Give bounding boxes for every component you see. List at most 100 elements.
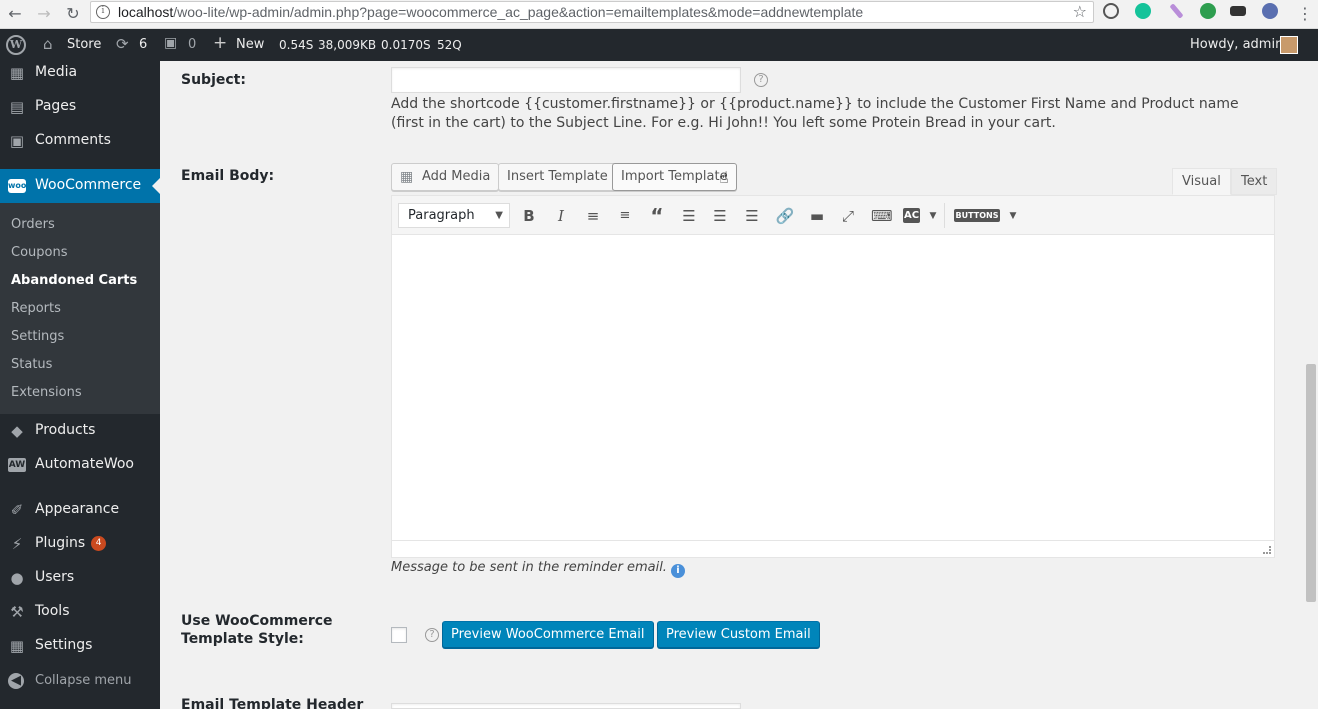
align-left-icon[interactable]: ☰ bbox=[679, 206, 699, 226]
wordpress-logo-icon[interactable]: W bbox=[6, 35, 26, 55]
new-content-link[interactable]: New bbox=[236, 37, 264, 52]
bullet-list-icon[interactable]: ≡ bbox=[583, 206, 603, 226]
updates-count[interactable]: 6 bbox=[139, 37, 147, 52]
menu-label: Comments bbox=[35, 132, 111, 148]
menu-item-woocommerce[interactable]: woo WooCommerce bbox=[0, 169, 160, 203]
info-icon[interactable]: i bbox=[670, 564, 685, 578]
subject-input[interactable] bbox=[391, 67, 741, 93]
woocommerce-submenu: Orders Coupons Abandoned Carts Reports S… bbox=[0, 203, 160, 414]
align-right-icon[interactable]: ☰ bbox=[742, 206, 762, 226]
read-more-icon[interactable]: ▬ bbox=[807, 206, 827, 226]
incognito-extension-icon[interactable] bbox=[1230, 6, 1246, 16]
submenu-status[interactable]: Status bbox=[11, 357, 52, 372]
woo-style-help-icon[interactable]: ? bbox=[425, 628, 439, 642]
numbered-list-icon[interactable]: ≡ bbox=[615, 206, 635, 226]
site-name-link[interactable]: Store bbox=[67, 37, 101, 52]
menu-item-pages[interactable]: ▤ Pages bbox=[0, 90, 160, 124]
submenu-settings[interactable]: Settings bbox=[11, 329, 64, 344]
reload-icon[interactable]: ↻ bbox=[62, 4, 84, 23]
grammarly-extension-icon[interactable] bbox=[1135, 3, 1151, 19]
feather-extension-icon[interactable] bbox=[1169, 3, 1184, 19]
block-extension-icon[interactable] bbox=[1103, 3, 1119, 19]
email-template-header-input[interactable] bbox=[391, 703, 741, 709]
woo-style-label: Use WooCommerce Template Style: bbox=[181, 612, 333, 648]
site-info-icon[interactable]: i bbox=[96, 5, 110, 19]
format-select-value: Paragraph bbox=[408, 208, 475, 223]
menu-label: Pages bbox=[35, 98, 77, 114]
menu-item-media[interactable]: ▦ Media bbox=[0, 56, 160, 90]
add-media-icon: ▦ bbox=[400, 169, 414, 185]
query-monitor-memory[interactable]: 38,009KB bbox=[318, 38, 376, 52]
chevron-down-icon[interactable]: ▼ bbox=[1003, 206, 1023, 226]
submenu-extensions[interactable]: Extensions bbox=[11, 385, 82, 400]
menu-item-automatewoo[interactable]: AW AutomateWoo bbox=[0, 448, 160, 482]
note-text: Message to be sent in the reminder email… bbox=[391, 560, 667, 575]
scrollbar-thumb[interactable] bbox=[1306, 364, 1316, 602]
url-host: localhost bbox=[118, 4, 174, 20]
tab-visual[interactable]: Visual bbox=[1172, 168, 1231, 195]
collapse-menu-button[interactable]: ◀ Collapse menu bbox=[0, 664, 160, 698]
comments-count[interactable]: 0 bbox=[188, 37, 196, 52]
submenu-reports[interactable]: Reports bbox=[11, 301, 61, 316]
plugin-icon: ⚡ bbox=[11, 535, 23, 553]
address-bar[interactable]: i localhost/woo-lite/wp-admin/admin.php?… bbox=[90, 1, 1094, 23]
acf-shortcode-icon[interactable]: AC bbox=[903, 208, 920, 223]
chevron-down-icon: ▼ bbox=[495, 210, 503, 221]
bold-icon[interactable]: B bbox=[519, 206, 539, 226]
users-icon: ● bbox=[10, 569, 24, 587]
page-scrollbar[interactable] bbox=[1304, 61, 1318, 709]
menu-item-comments[interactable]: ▣ Comments bbox=[0, 124, 160, 158]
menu-label: Settings bbox=[35, 637, 93, 653]
back-icon[interactable]: ← bbox=[4, 4, 26, 23]
submenu-coupons[interactable]: Coupons bbox=[11, 245, 68, 260]
blockquote-icon[interactable]: “ bbox=[647, 206, 667, 226]
import-template-button[interactable]: Import Template bbox=[612, 163, 737, 191]
chevron-down-icon[interactable]: ▼ bbox=[923, 206, 943, 226]
url-text[interactable]: localhost/woo-lite/wp-admin/admin.php?pa… bbox=[118, 4, 863, 20]
align-center-icon[interactable]: ☰ bbox=[710, 206, 730, 226]
bookmark-star-icon[interactable]: ☆ bbox=[1073, 2, 1087, 21]
menu-item-appearance[interactable]: ✐ Appearance bbox=[0, 493, 160, 527]
preview-woocommerce-email-button[interactable]: Preview WooCommerce Email bbox=[442, 621, 654, 648]
editor-toolbar: Paragraph ▼ B I ≡ ≡ “ ☰ ☰ ☰ 🔗 ▬ ⤢ ⌨ AC ▼ … bbox=[392, 196, 1274, 235]
wp-admin-bar: W ⌂ Store ⟳ 6 ▣ 0 + New 0.54S 38,009KB 0… bbox=[0, 29, 1318, 61]
query-monitor-time[interactable]: 0.54S bbox=[279, 38, 313, 52]
italic-icon[interactable]: I bbox=[551, 206, 571, 226]
query-monitor-queries[interactable]: 52Q bbox=[437, 38, 462, 52]
comments-icon[interactable]: ▣ bbox=[164, 35, 177, 51]
menu-item-plugins[interactable]: ⚡ Plugins 4 bbox=[0, 527, 160, 561]
subject-label: Subject: bbox=[181, 72, 246, 88]
globe-extension-icon[interactable] bbox=[1262, 3, 1278, 19]
menu-item-products[interactable]: ◆ Products bbox=[0, 414, 160, 448]
browser-toolbar: ← → ↻ i localhost/woo-lite/wp-admin/admi… bbox=[0, 0, 1318, 29]
plus-icon[interactable]: + bbox=[213, 33, 227, 53]
avatar[interactable] bbox=[1280, 36, 1298, 54]
howdy-user-link[interactable]: Howdy, admin bbox=[1190, 37, 1283, 52]
insert-template-button[interactable]: Insert Template bbox=[498, 163, 617, 191]
fullscreen-icon[interactable]: ⤢ bbox=[838, 206, 858, 226]
submenu-abandoned-carts[interactable]: Abandoned Carts bbox=[11, 273, 137, 288]
submenu-orders[interactable]: Orders bbox=[11, 217, 55, 232]
menu-item-users[interactable]: ● Users bbox=[0, 561, 160, 595]
format-select[interactable]: Paragraph ▼ bbox=[398, 203, 510, 228]
forward-icon[interactable]: → bbox=[33, 4, 55, 23]
evernote-extension-icon[interactable] bbox=[1200, 3, 1216, 19]
resize-handle-icon[interactable] bbox=[1263, 546, 1271, 554]
subject-help-icon[interactable]: ? bbox=[754, 73, 768, 87]
toolbar-toggle-icon[interactable]: ⌨ bbox=[871, 206, 893, 226]
query-monitor-query-time[interactable]: 0.0170S bbox=[381, 38, 431, 52]
menu-item-tools[interactable]: ⚒ Tools bbox=[0, 595, 160, 629]
updates-icon[interactable]: ⟳ bbox=[116, 35, 129, 53]
media-icon: ▦ bbox=[9, 64, 25, 82]
tab-text[interactable]: Text bbox=[1231, 168, 1278, 195]
woo-style-checkbox[interactable] bbox=[391, 627, 407, 643]
browser-menu-icon[interactable]: ⋮ bbox=[1294, 4, 1316, 23]
add-media-label: Add Media bbox=[422, 169, 491, 184]
preview-custom-email-button[interactable]: Preview Custom Email bbox=[657, 621, 820, 648]
add-media-button[interactable]: ▦ Add Media bbox=[391, 163, 500, 191]
toolbar-separator bbox=[944, 203, 945, 228]
link-icon[interactable]: 🔗 bbox=[775, 206, 795, 226]
home-icon[interactable]: ⌂ bbox=[43, 35, 53, 53]
menu-item-settings[interactable]: ▦ Settings bbox=[0, 629, 160, 663]
buttons-shortcode-icon[interactable]: BUTTONS bbox=[954, 209, 1000, 222]
